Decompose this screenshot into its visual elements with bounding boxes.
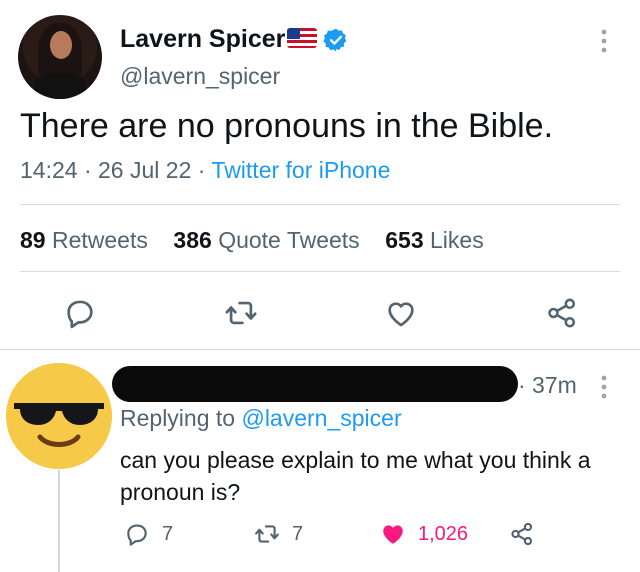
replying-to: Replying to @lavern_spicer bbox=[120, 405, 402, 432]
reply-icon[interactable] bbox=[63, 296, 97, 330]
divider bbox=[20, 271, 620, 272]
retweet-icon bbox=[255, 525, 279, 543]
reply-share-action[interactable] bbox=[509, 519, 535, 549]
reply-text: can you please explain to me what you th… bbox=[120, 447, 591, 505]
reply-time[interactable]: · 37m bbox=[518, 372, 577, 399]
replying-handle-link[interactable]: @lavern_spicer bbox=[241, 405, 401, 431]
author-avatar[interactable] bbox=[18, 15, 102, 99]
heart-filled-icon bbox=[383, 525, 403, 544]
replying-prefix: Replying to bbox=[120, 405, 236, 431]
quote-label: Quote Tweets bbox=[218, 227, 360, 253]
avatar-face bbox=[50, 31, 72, 59]
retweet-count: 7 bbox=[292, 522, 304, 545]
avatar-clothing bbox=[34, 73, 86, 99]
thread-line bbox=[58, 470, 60, 572]
tweet-time: 14:24 bbox=[20, 157, 78, 183]
sunglasses-emoji-avatar[interactable] bbox=[6, 363, 112, 469]
meta-separator: · bbox=[197, 157, 206, 183]
reply-like-action[interactable]: 1,026 bbox=[380, 519, 468, 549]
tweet-text: There are no pronouns in the Bible. bbox=[20, 107, 554, 145]
like-icon[interactable] bbox=[384, 296, 418, 330]
tweet-date: 26 Jul 22 bbox=[98, 157, 192, 183]
tweet-stats: 89 Retweets 386 Quote Tweets 653 Likes bbox=[20, 227, 484, 254]
author-name[interactable]: Lavern Spicer bbox=[120, 25, 285, 54]
share-icon bbox=[511, 522, 533, 546]
tweet-divider bbox=[0, 349, 640, 350]
quote-count: 386 bbox=[173, 227, 212, 253]
quote-tweets-stat[interactable]: 386 Quote Tweets bbox=[173, 227, 359, 253]
retweets-count: 89 bbox=[20, 227, 46, 253]
retweets-stat[interactable]: 89 Retweets bbox=[20, 227, 148, 253]
likes-label: Likes bbox=[430, 227, 484, 253]
verified-badge-icon bbox=[323, 28, 347, 52]
likes-stat[interactable]: 653 Likes bbox=[385, 227, 483, 253]
redacted-username bbox=[112, 366, 518, 402]
meta-separator: · bbox=[83, 157, 92, 183]
retweets-label: Retweets bbox=[51, 227, 148, 253]
reply-icon bbox=[127, 524, 147, 546]
more-options-icon[interactable] bbox=[594, 25, 614, 57]
reply-retweet-action[interactable]: 7 bbox=[254, 519, 303, 549]
us-flag-icon bbox=[287, 28, 317, 48]
divider bbox=[20, 204, 620, 205]
more-options-icon[interactable] bbox=[594, 371, 614, 403]
reply-count: 7 bbox=[162, 522, 174, 545]
likes-count: 653 bbox=[385, 227, 424, 253]
reply-reply-action[interactable]: 7 bbox=[124, 519, 173, 549]
share-icon[interactable] bbox=[545, 296, 579, 330]
tweet-source-link[interactable]: Twitter for iPhone bbox=[211, 157, 390, 183]
author-handle[interactable]: @lavern_spicer bbox=[120, 63, 280, 90]
like-count: 1,026 bbox=[418, 522, 469, 545]
tweet-meta: 14:24 · 26 Jul 22 · Twitter for iPhone bbox=[20, 157, 390, 184]
retweet-icon[interactable] bbox=[224, 296, 258, 330]
